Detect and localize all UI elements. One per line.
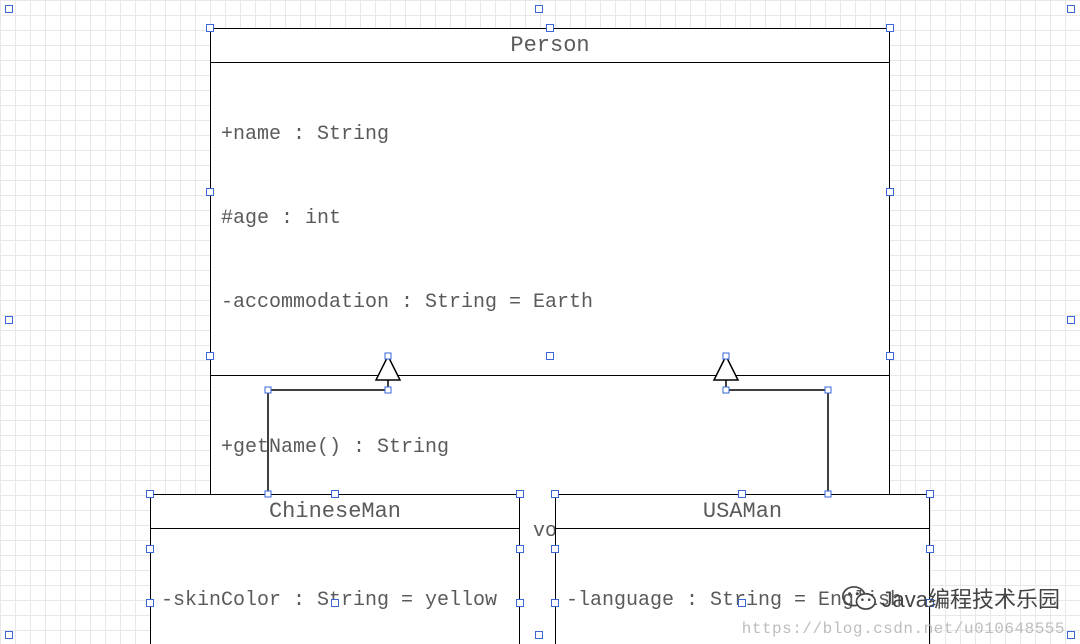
selection-handle[interactable] (886, 352, 894, 360)
selection-handle[interactable] (146, 545, 154, 553)
selection-handle[interactable] (516, 599, 524, 607)
selection-handle[interactable] (206, 24, 214, 32)
selection-handle[interactable] (206, 352, 214, 360)
attr: +name : String (221, 121, 879, 149)
class-name: ChineseMan (151, 495, 519, 529)
class-name: Person (211, 29, 889, 63)
selection-handle[interactable] (886, 188, 894, 196)
watermark-label: Java编程技术乐园 (882, 582, 1060, 614)
selection-handle[interactable] (5, 5, 13, 13)
class-attributes: +name : String #age : int -accommodation… (211, 63, 889, 376)
selection-handle[interactable] (926, 490, 934, 498)
wechat-icon (842, 584, 876, 612)
diagram-canvas[interactable]: Person +name : String #age : int -accomm… (0, 0, 1080, 644)
selection-handle[interactable] (331, 490, 339, 498)
selection-handle[interactable] (926, 545, 934, 553)
selection-handle[interactable] (551, 545, 559, 553)
selection-handle[interactable] (146, 490, 154, 498)
selection-handle[interactable] (738, 490, 746, 498)
selection-handle[interactable] (535, 5, 543, 13)
attr: #age : int (221, 205, 879, 233)
selection-handle[interactable] (516, 490, 524, 498)
class-name: USAMan (556, 495, 929, 529)
watermark: Java编程技术乐园 (842, 582, 1060, 614)
selection-handle[interactable] (546, 352, 554, 360)
selection-handle[interactable] (5, 631, 13, 639)
selection-handle[interactable] (551, 599, 559, 607)
selection-handle[interactable] (5, 316, 13, 324)
selection-handle[interactable] (551, 490, 559, 498)
selection-handle[interactable] (1067, 316, 1075, 324)
selection-handle[interactable] (206, 188, 214, 196)
attr: -accommodation : String = Earth (221, 289, 879, 317)
uml-class-chineseman[interactable]: ChineseMan -skinColor : String = yellow … (150, 494, 520, 644)
selection-handle[interactable] (546, 24, 554, 32)
method: +getName() : String (221, 434, 879, 462)
selection-handle[interactable] (1067, 631, 1075, 639)
class-attributes: -skinColor : String = yellow (151, 529, 519, 644)
selection-handle[interactable] (331, 599, 339, 607)
selection-handle[interactable] (516, 545, 524, 553)
watermark-url: https://blog.csdn.net/u010648555 (742, 620, 1065, 638)
selection-handle[interactable] (535, 631, 543, 639)
selection-handle[interactable] (886, 24, 894, 32)
selection-handle[interactable] (738, 599, 746, 607)
selection-handle[interactable] (146, 599, 154, 607)
selection-handle[interactable] (1067, 5, 1075, 13)
